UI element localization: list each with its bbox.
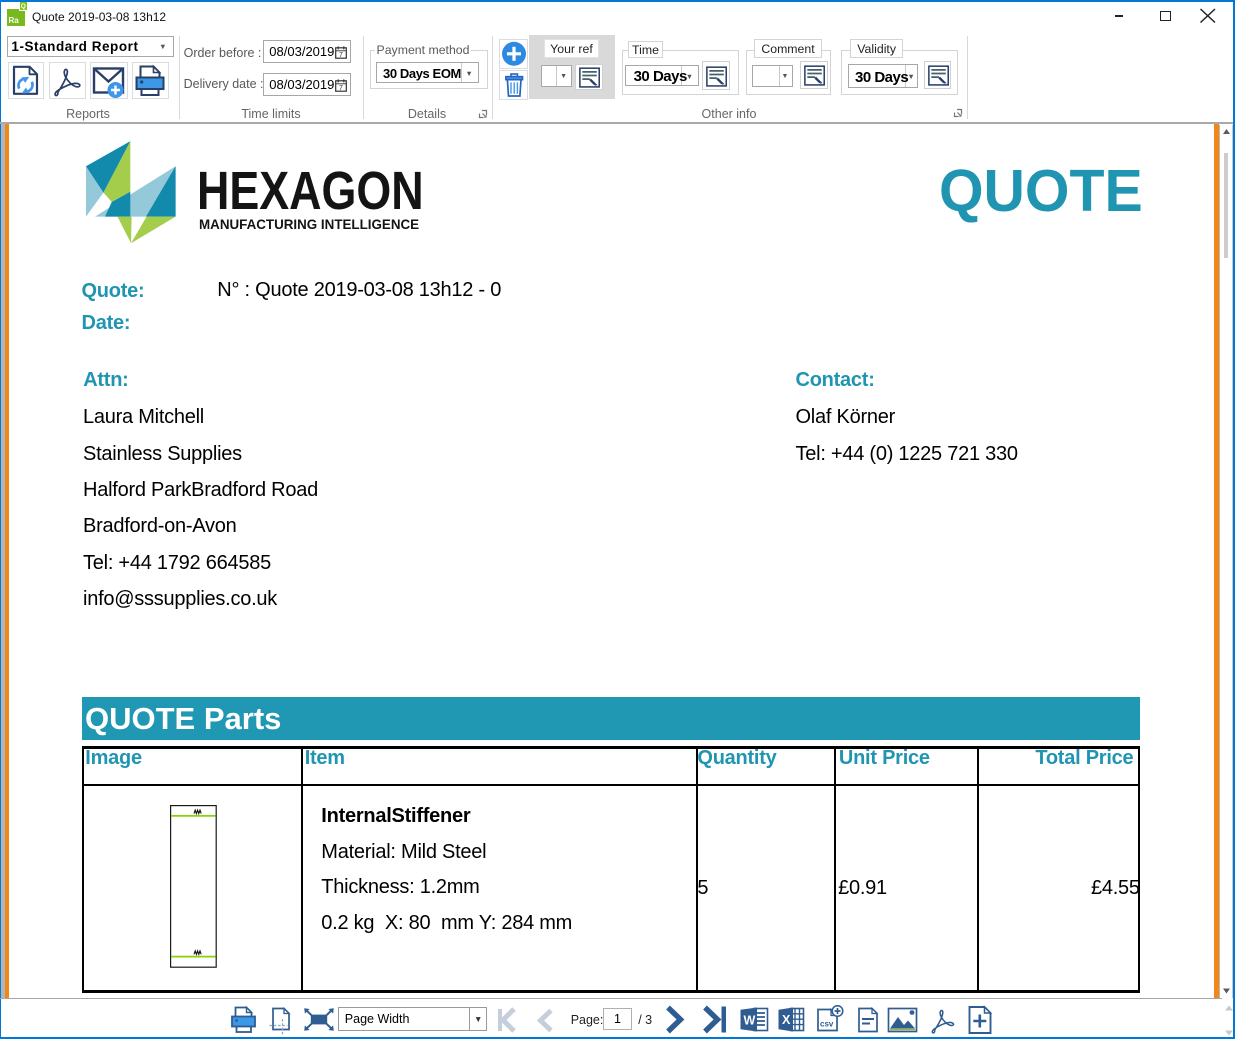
svg-text:W: W <box>743 1013 755 1027</box>
svg-text:7: 7 <box>339 52 343 59</box>
svg-text:7: 7 <box>339 85 343 92</box>
svg-text:csv: csv <box>820 1020 834 1029</box>
svg-text:X: X <box>782 1013 791 1027</box>
